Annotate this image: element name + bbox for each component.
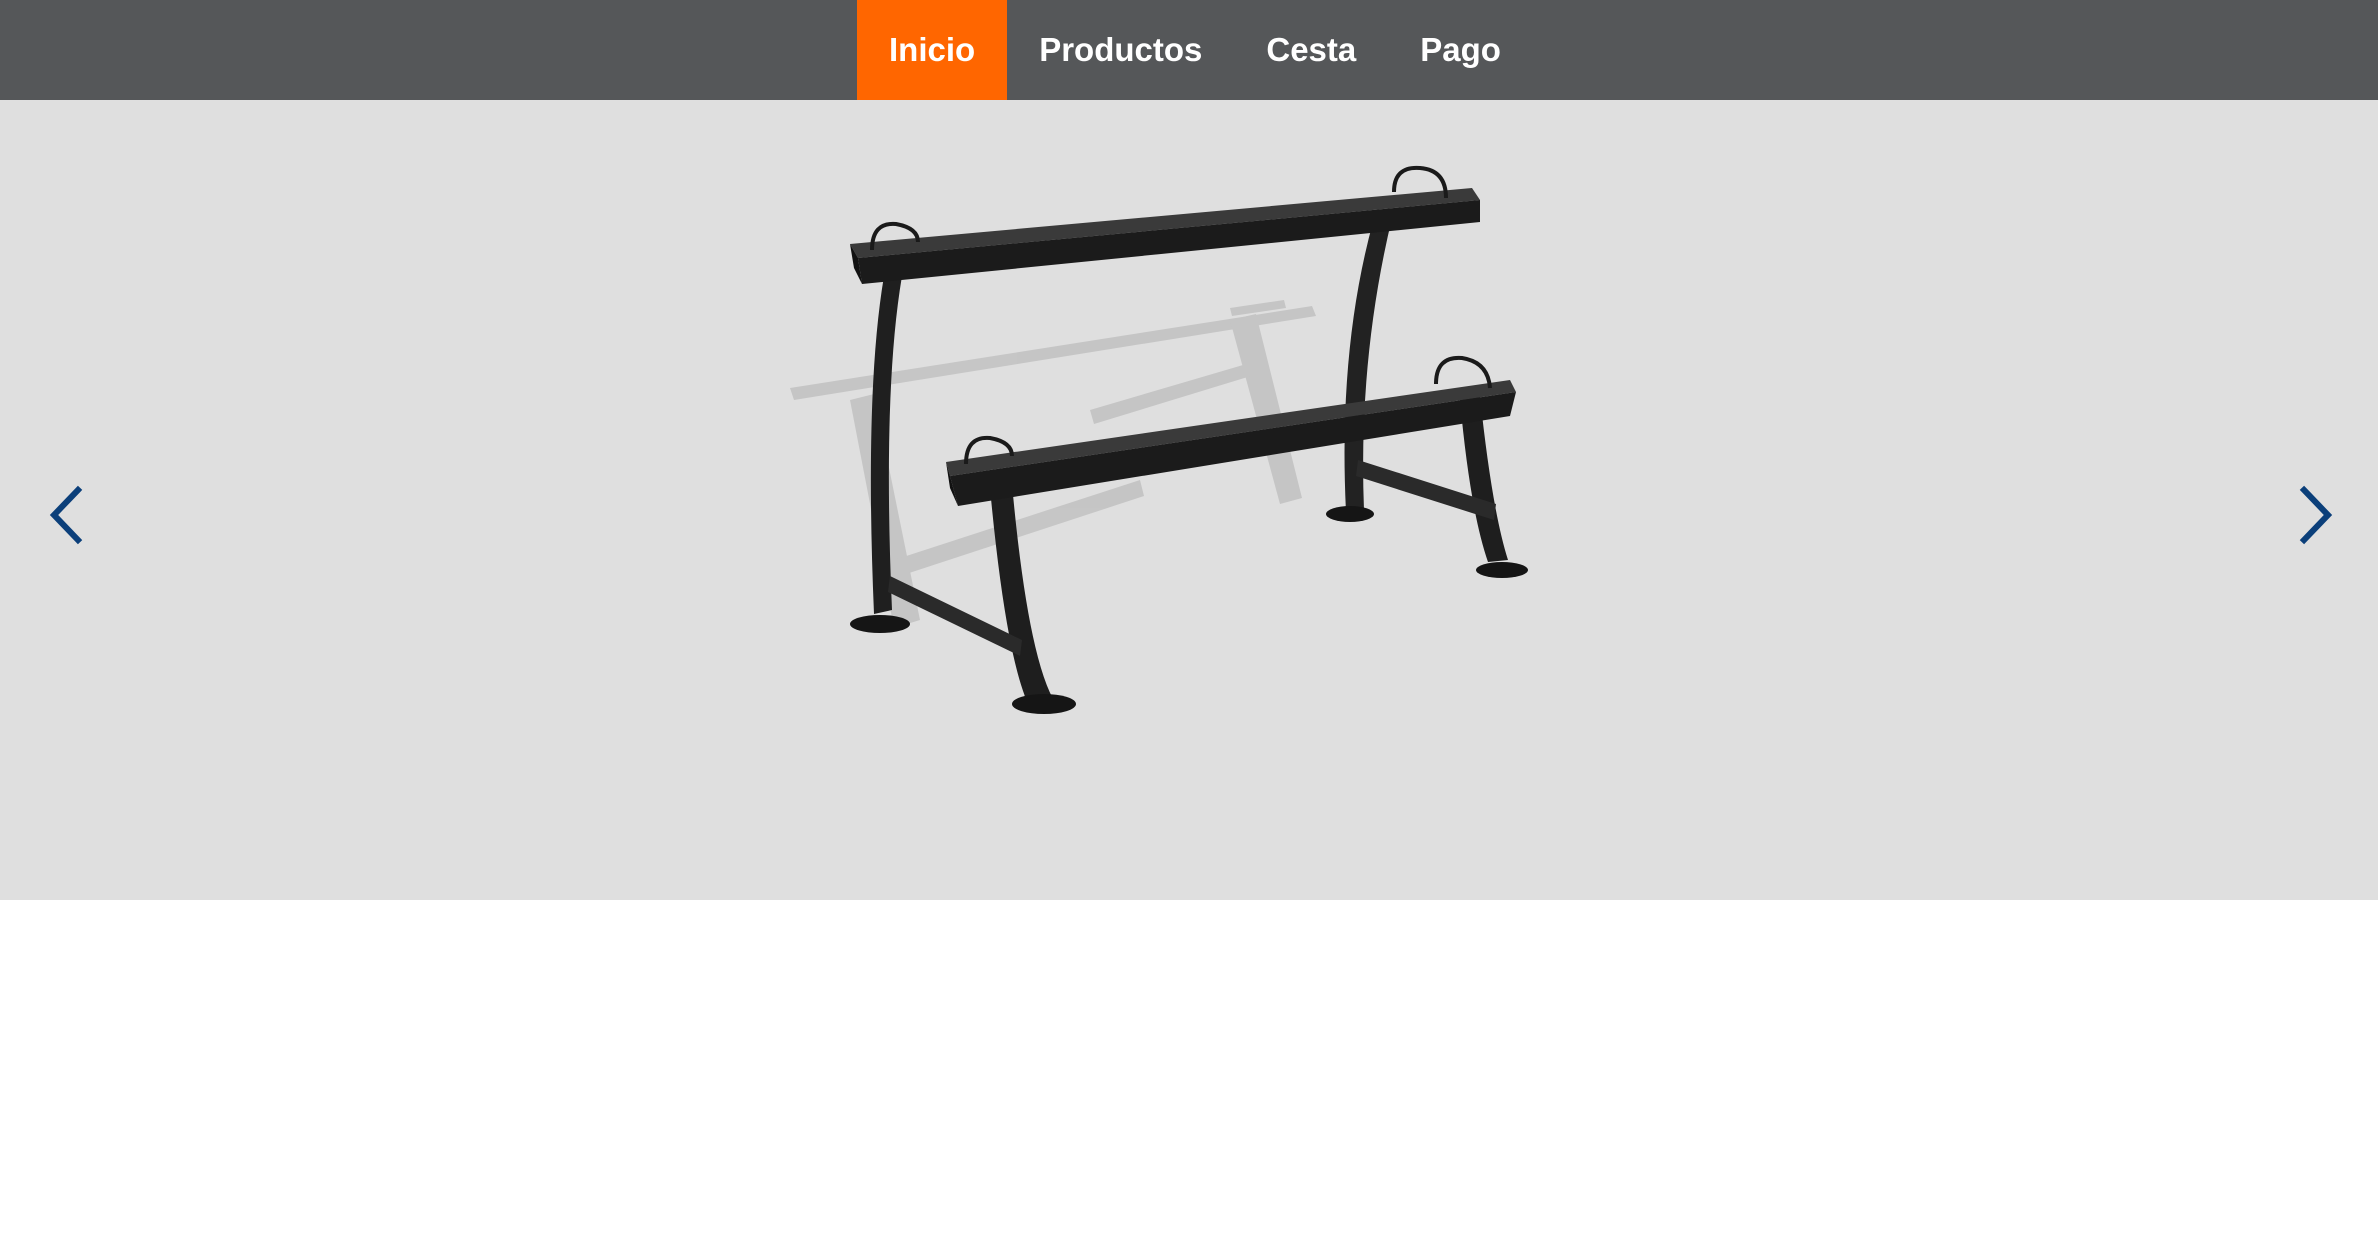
dumbbell-rack-image [790,165,1528,714]
carousel-next-button[interactable] [2282,470,2342,560]
nav-item-pago[interactable]: Pago [1388,0,1533,100]
carousel-prev-button[interactable] [40,470,100,560]
chevron-left-icon [49,485,83,545]
nav-menu: Inicio Productos Cesta Pago [857,0,1533,100]
nav-item-inicio[interactable]: Inicio [857,0,1008,100]
product-carousel [0,100,2378,900]
rack-frame [850,165,1528,714]
page-content-area [0,900,2378,1252]
chevron-right-icon [2299,485,2333,545]
nav-item-productos[interactable]: Productos [1007,0,1234,100]
top-navigation-bar: Inicio Productos Cesta Pago [0,0,2378,100]
nav-item-cesta[interactable]: Cesta [1234,0,1388,100]
